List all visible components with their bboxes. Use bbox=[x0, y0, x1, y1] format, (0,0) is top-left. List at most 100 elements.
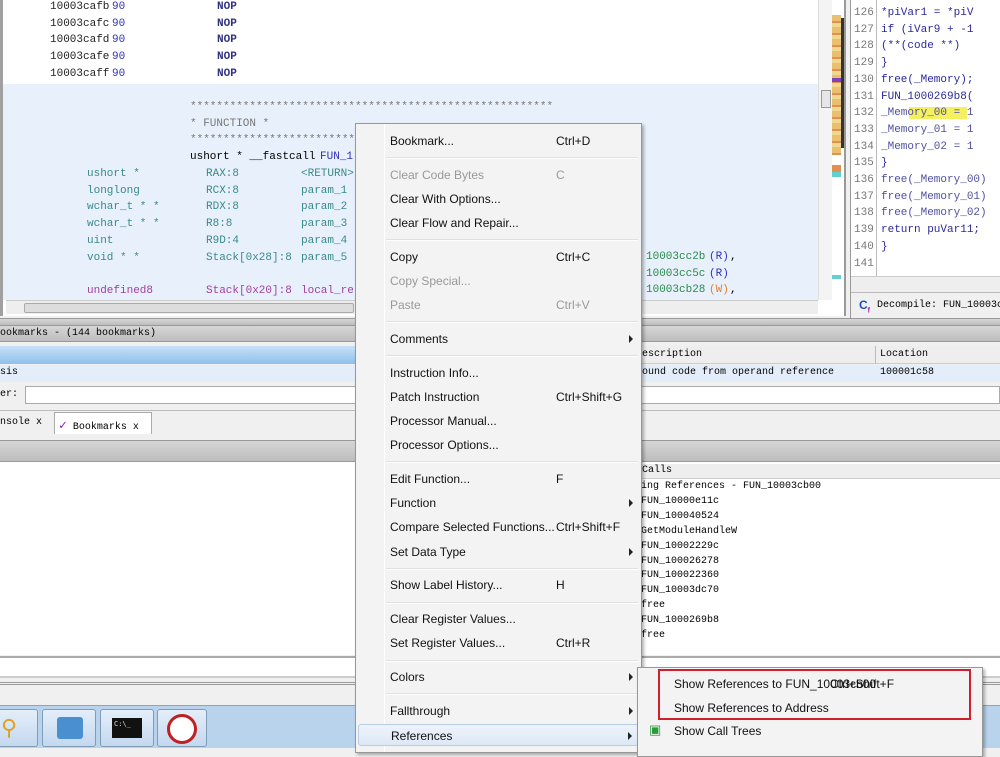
code-line[interactable]: } bbox=[881, 57, 888, 69]
xref-address[interactable]: 10003cc2b bbox=[646, 251, 705, 263]
param-type[interactable]: wchar_t * * bbox=[87, 201, 160, 213]
menu-item-patch-instruction[interactable]: Patch Instruction Ctrl+Shift+G bbox=[358, 386, 639, 408]
menu-item-comments[interactable]: Comments bbox=[358, 328, 639, 350]
param-name[interactable]: param_3 bbox=[301, 218, 347, 230]
ghidra-icon[interactable] bbox=[157, 709, 207, 747]
column-location[interactable]: Location bbox=[880, 349, 928, 360]
chevron-right-icon bbox=[629, 335, 633, 344]
close-icon[interactable]: x bbox=[36, 417, 42, 428]
decompile-title: Decompile: FUN_10003cb bbox=[877, 300, 1000, 311]
menu-item-processor-manual[interactable]: Processor Manual... bbox=[358, 410, 639, 432]
close-icon[interactable]: x bbox=[133, 422, 139, 433]
code-line[interactable]: free(_Memory_02) bbox=[881, 207, 987, 219]
menu-item-function[interactable]: Function bbox=[358, 492, 639, 514]
address[interactable]: 10003cafe bbox=[50, 51, 109, 63]
param-name[interactable]: <RETURN> bbox=[301, 168, 354, 180]
decompile-horizontal-scrollbar[interactable] bbox=[851, 276, 1000, 292]
menu-item-paste[interactable]: Paste Ctrl+V bbox=[358, 294, 639, 316]
address[interactable]: 10003cafd bbox=[50, 34, 109, 46]
xref-separator: , bbox=[730, 251, 737, 263]
local-type[interactable]: undefined8 bbox=[87, 285, 153, 297]
menu-item-colors[interactable]: Colors bbox=[358, 666, 639, 688]
menu-item-set-data-type[interactable]: Set Data Type bbox=[358, 541, 639, 563]
search-file-icon[interactable]: ⚲ bbox=[0, 709, 38, 747]
menu-item-show-label-history[interactable]: Show Label History... H bbox=[358, 574, 639, 596]
list-item[interactable]: free bbox=[641, 630, 665, 641]
list-item[interactable]: FUN_10002229c bbox=[641, 541, 719, 552]
tab-console[interactable]: nsole x bbox=[0, 414, 42, 432]
address[interactable]: 10003cafc bbox=[50, 18, 109, 30]
menu-item-copy-special[interactable]: Copy Special... bbox=[358, 270, 639, 292]
xref-address[interactable]: 10003cb28 bbox=[646, 284, 705, 296]
mnemonic[interactable]: NOP bbox=[217, 34, 237, 46]
menu-item-processor-options[interactable]: Processor Options... bbox=[358, 434, 639, 456]
param-type[interactable]: wchar_t * * bbox=[87, 218, 160, 230]
menu-item-clear-code-bytes[interactable]: Clear Code Bytes C bbox=[358, 164, 639, 186]
mnemonic[interactable]: NOP bbox=[217, 1, 237, 13]
list-item[interactable]: FUN_1000269b8 bbox=[641, 615, 719, 626]
mnemonic[interactable]: NOP bbox=[217, 68, 237, 80]
menu-item-references[interactable]: References bbox=[358, 724, 639, 747]
mnemonic[interactable]: NOP bbox=[217, 18, 237, 30]
list-item[interactable]: FUN_100026278 bbox=[641, 556, 719, 567]
control-panel-icon[interactable] bbox=[42, 709, 96, 747]
param-name[interactable]: param_2 bbox=[301, 201, 347, 213]
function-name[interactable]: FUN_1 bbox=[320, 151, 353, 163]
param-type[interactable]: longlong bbox=[87, 185, 140, 197]
menu-item-edit-function[interactable]: Edit Function... F bbox=[358, 468, 639, 490]
code-line[interactable]: } bbox=[881, 241, 888, 253]
code-line[interactable]: (**(code **) bbox=[881, 40, 960, 52]
code-line[interactable]: *piVar1 = *piV bbox=[881, 7, 973, 19]
local-name[interactable]: local_re bbox=[301, 285, 354, 297]
chevron-right-icon bbox=[629, 707, 633, 716]
menu-item-instruction-info[interactable]: Instruction Info... bbox=[358, 362, 639, 384]
list-item[interactable]: FUN_100022360 bbox=[641, 570, 719, 581]
menu-item-compare-selected-functions[interactable]: Compare Selected Functions... Ctrl+Shift+… bbox=[358, 516, 639, 538]
list-item[interactable]: GetModuleHandleW bbox=[641, 526, 737, 537]
menu-item-clear-with-options[interactable]: Clear With Options... bbox=[358, 188, 639, 210]
list-item[interactable]: FUN_10000e11c bbox=[641, 496, 719, 507]
menu-item-copy[interactable]: Copy Ctrl+C bbox=[358, 246, 639, 268]
param-type[interactable]: void * * bbox=[87, 252, 140, 264]
line-number: 127 bbox=[854, 23, 874, 36]
menu-item-label: Clear With Options... bbox=[390, 192, 501, 206]
code-line[interactable]: free(_Memory_01) bbox=[881, 191, 987, 203]
list-item[interactable]: FUN_100040524 bbox=[641, 511, 719, 522]
list-item[interactable]: free bbox=[641, 600, 665, 611]
code-line[interactable]: } bbox=[881, 157, 888, 169]
decompile-panel[interactable]: 126 *piVar1 = *piV 127 if (iVar9 + -1 128 … bbox=[850, 0, 1000, 318]
listing-overview-bar[interactable] bbox=[832, 0, 844, 300]
column-description[interactable]: escription bbox=[642, 349, 702, 360]
mnemonic[interactable]: NOP bbox=[217, 51, 237, 63]
tab-bookmarks[interactable]: ✓ Bookmarks x bbox=[54, 412, 152, 434]
menu-item-bookmark[interactable]: Bookmark... Ctrl+D bbox=[358, 130, 639, 152]
code-line[interactable]: if (iVar9 + -1 bbox=[881, 24, 973, 36]
code-line[interactable]: return puVar11; bbox=[881, 224, 980, 236]
list-item[interactable]: FUN_10003dc70 bbox=[641, 585, 719, 596]
code-line[interactable]: _Memory_01 = 1 bbox=[881, 124, 973, 136]
code-line[interactable]: free(_Memory_00) bbox=[881, 174, 987, 186]
list-item[interactable]: ing References - FUN_10003cb00 bbox=[641, 481, 821, 492]
xref-address[interactable]: 10003cc5c bbox=[646, 268, 705, 280]
code-line[interactable]: FUN_1000269b8( bbox=[881, 91, 973, 103]
param-name[interactable]: param_5 bbox=[301, 252, 347, 264]
menu-item-set-register-values[interactable]: Set Register Values... Ctrl+R bbox=[358, 632, 639, 654]
menu-item-clear-register-values[interactable]: Clear Register Values... bbox=[358, 608, 639, 630]
param-name[interactable]: param_1 bbox=[301, 185, 347, 197]
code-line[interactable]: _Memory_02 = 1 bbox=[881, 141, 973, 153]
code-line[interactable]: _Memory_00 = 1 bbox=[881, 107, 974, 120]
command-prompt-icon[interactable]: C:\_ bbox=[100, 709, 154, 747]
param-type[interactable]: ushort * bbox=[87, 168, 140, 180]
menu-item-clear-flow-and-repair[interactable]: Clear Flow and Repair... bbox=[358, 212, 639, 234]
menu-separator bbox=[386, 355, 638, 358]
address[interactable]: 10003caff bbox=[50, 68, 109, 80]
menu-item-show-call-trees[interactable]: Show Call Trees ▣ bbox=[640, 720, 980, 742]
line-number: 140 bbox=[854, 240, 874, 253]
address[interactable]: 10003cafb bbox=[50, 1, 109, 13]
listing-vertical-scrollbar[interactable] bbox=[818, 0, 832, 300]
param-type[interactable]: uint bbox=[87, 235, 113, 247]
code-line[interactable]: free(_Memory); bbox=[881, 74, 973, 86]
menu-item-fallthrough[interactable]: Fallthrough bbox=[358, 700, 639, 722]
menu-separator bbox=[386, 239, 638, 242]
param-name[interactable]: param_4 bbox=[301, 235, 347, 247]
